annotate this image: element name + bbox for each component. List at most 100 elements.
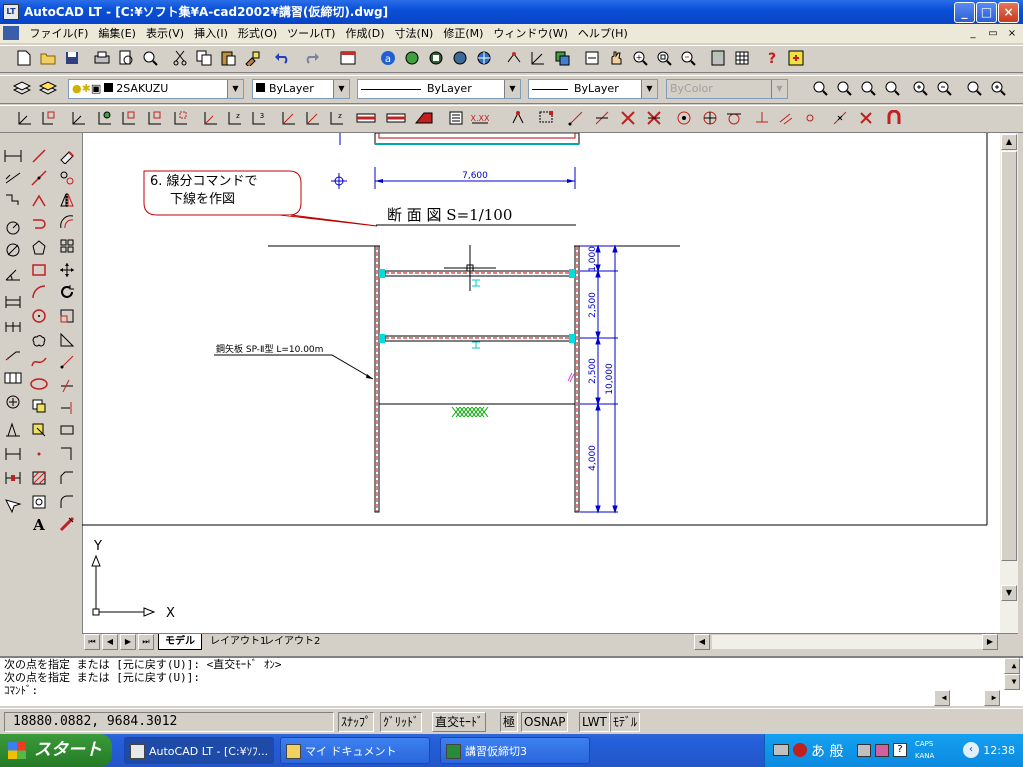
snap-quadrant-icon[interactable]: [700, 109, 720, 127]
hscroll-left-icon[interactable]: ◀: [694, 634, 710, 650]
redo-icon[interactable]: [302, 49, 322, 67]
coordinate-display[interactable]: 18880.0882, 9684.3012: [4, 712, 334, 732]
menu-draw[interactable]: 作成(D): [340, 24, 389, 43]
aligned-dim-icon[interactable]: [38, 109, 58, 127]
dimension-tool-icon[interactable]: [504, 49, 524, 67]
insert-block-icon[interactable]: [28, 395, 50, 417]
new-file-icon[interactable]: [14, 49, 34, 67]
polar-toggle[interactable]: 極: [500, 712, 519, 732]
tool-palette-icon[interactable]: [450, 49, 470, 67]
zoom-realtime-icon[interactable]: +: [630, 49, 650, 67]
break-icon[interactable]: [56, 419, 78, 441]
linetype-dropdown[interactable]: ByLayer ▼: [357, 79, 521, 99]
snap-midpoint-icon[interactable]: [566, 109, 586, 127]
center-mark-icon[interactable]: [2, 391, 24, 413]
menu-tools[interactable]: ツール(T): [282, 24, 340, 43]
vertical-scrollbar[interactable]: ▲ ▼: [1000, 133, 1018, 633]
snap-intersection-icon[interactable]: [592, 109, 612, 127]
dim-linear-icon[interactable]: [2, 145, 24, 167]
scroll-down-icon[interactable]: ▼: [1001, 585, 1017, 601]
ime-tools-icon[interactable]: [857, 744, 871, 757]
cmd-scroll-down-icon[interactable]: ▼: [1004, 674, 1020, 690]
mirror-icon[interactable]: [56, 189, 78, 211]
copy-icon[interactable]: [194, 49, 214, 67]
scroll-up-icon[interactable]: ▲: [1001, 134, 1017, 150]
zoom-extents-icon[interactable]: [988, 79, 1008, 97]
snap-endpoint-icon[interactable]: [536, 109, 556, 127]
dim-aligned-icon[interactable]: [2, 167, 24, 189]
horizontal-scrollbar[interactable]: [712, 635, 982, 649]
hscroll-right-icon[interactable]: ▶: [982, 634, 998, 650]
gradient-icon[interactable]: [386, 109, 406, 127]
help-tray-icon[interactable]: ?: [893, 743, 907, 757]
explode-icon[interactable]: [56, 513, 78, 535]
zoom-minus-icon[interactable]: [934, 79, 954, 97]
spline-icon[interactable]: [28, 351, 50, 373]
snap-parallel-icon[interactable]: [776, 109, 796, 127]
dim-z-icon[interactable]: z: [224, 109, 244, 127]
cmd-scroll-up-icon[interactable]: ▲: [1004, 658, 1020, 674]
snap-extension-icon[interactable]: [644, 109, 664, 127]
make-layer-current-icon[interactable]: [38, 79, 58, 97]
rectangle-icon[interactable]: [28, 259, 50, 281]
help-icon[interactable]: ?: [762, 49, 782, 67]
distance-icon[interactable]: [528, 49, 548, 67]
tab-layout2[interactable]: レイアウト2: [258, 634, 326, 650]
color-dropdown[interactable]: ByLayer ▼: [252, 79, 350, 99]
document-icon[interactable]: [3, 26, 19, 40]
tab-model[interactable]: モデル: [158, 634, 202, 650]
dim-radius-icon[interactable]: [2, 217, 24, 239]
ime-icon[interactable]: [793, 743, 807, 757]
make-block-icon[interactable]: [28, 419, 50, 441]
polyline-icon[interactable]: [28, 189, 50, 211]
cmd-scroll-left-icon[interactable]: ◀: [934, 690, 950, 706]
menu-dimension[interactable]: 寸法(N): [390, 24, 439, 43]
snap-tangent-icon[interactable]: [724, 109, 744, 127]
layer-previous-icon[interactable]: [552, 49, 572, 67]
menu-format[interactable]: 形式(O): [233, 24, 282, 43]
ellipse-icon[interactable]: [28, 373, 50, 395]
zoom-center-icon[interactable]: [882, 79, 902, 97]
close-button[interactable]: ×: [998, 2, 1019, 23]
move-icon[interactable]: [56, 259, 78, 281]
tolerance-icon[interactable]: [2, 367, 24, 389]
menu-help[interactable]: ヘルプ(H): [573, 24, 633, 43]
properties-icon[interactable]: [426, 49, 446, 67]
zoom-scale-icon[interactable]: [858, 79, 878, 97]
dim-3-icon[interactable]: 3: [248, 109, 268, 127]
scale-icon[interactable]: [56, 305, 78, 327]
zoom-previous-icon[interactable]: [678, 49, 698, 67]
plot-preview-icon[interactable]: [140, 49, 160, 67]
snap-perpendicular-icon[interactable]: [752, 109, 772, 127]
osnap-settings-icon[interactable]: [884, 109, 904, 127]
linear-dim-icon[interactable]: [14, 109, 34, 127]
boundary-icon[interactable]: [414, 109, 434, 127]
dim-angular-icon[interactable]: [2, 263, 24, 285]
design-center-icon[interactable]: [402, 49, 422, 67]
zoom-all-icon[interactable]: [964, 79, 984, 97]
menu-modify[interactable]: 修正(M): [438, 24, 488, 43]
dim-style-icon[interactable]: [2, 495, 24, 517]
trim-icon[interactable]: [56, 375, 78, 397]
offset-icon[interactable]: [56, 211, 78, 233]
snap-nearest-icon[interactable]: [830, 109, 850, 127]
task-my-documents[interactable]: マイ ドキュメント: [280, 737, 430, 764]
mtext-icon[interactable]: A: [28, 513, 50, 535]
snap-node-icon[interactable]: [800, 109, 820, 127]
tray-expand-icon[interactable]: ‹: [963, 742, 979, 758]
hatch-icon[interactable]: [356, 109, 376, 127]
break-at-point-icon[interactable]: [56, 443, 78, 465]
grid-table-icon[interactable]: [732, 49, 752, 67]
command-window[interactable]: 次の点を指定 または [元に戻す(U)]: <直交ﾓｰﾄﾞ ｵﾝ> 次の点を指定…: [0, 656, 1023, 706]
today-icon[interactable]: [338, 49, 358, 67]
doc-close-button[interactable]: ×: [1004, 27, 1020, 41]
dim-text-edit-icon[interactable]: [302, 109, 322, 127]
autocad-online-icon[interactable]: a: [378, 49, 398, 67]
paste-icon[interactable]: [218, 49, 238, 67]
line-icon[interactable]: [28, 145, 50, 167]
keyboard-icon[interactable]: [773, 744, 789, 756]
chamfer-icon[interactable]: [56, 467, 78, 489]
doc-minimize-button[interactable]: _: [965, 27, 981, 41]
pan-icon[interactable]: [582, 49, 602, 67]
zoom-dynamic-icon[interactable]: [834, 79, 854, 97]
